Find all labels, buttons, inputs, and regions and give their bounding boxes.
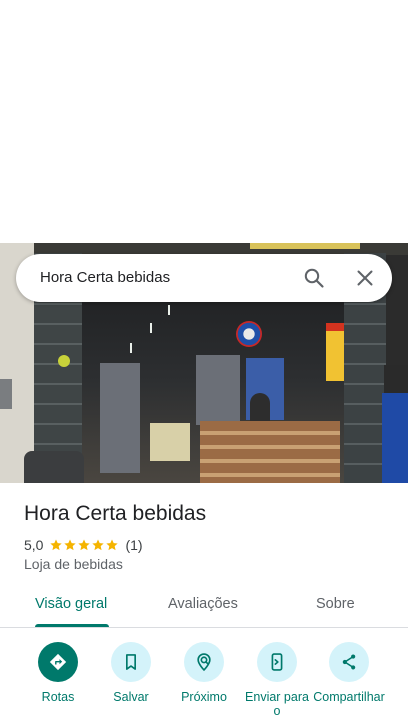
tab-bar: Visão geral Avaliações Sobre xyxy=(0,590,408,628)
nearby-button[interactable]: Próximo xyxy=(168,640,240,704)
star-icon xyxy=(92,539,105,551)
bookmark-icon xyxy=(111,642,151,682)
star-icon xyxy=(50,539,63,551)
photo-table xyxy=(150,423,190,461)
action-bar: Rotas Salvar Próximo Enviar para o Compa… xyxy=(0,640,408,726)
review-count[interactable]: (1) xyxy=(125,537,142,553)
place-category: Loja de bebidas xyxy=(24,556,123,572)
tab-overview[interactable]: Visão geral xyxy=(35,596,107,612)
nearby-icon xyxy=(184,642,224,682)
star-icon xyxy=(106,539,119,551)
directions-label: Rotas xyxy=(41,690,75,704)
close-icon[interactable] xyxy=(353,266,377,290)
rating-value: 5,0 xyxy=(24,537,44,553)
star-rating xyxy=(49,538,119,552)
send-to-phone-button[interactable]: Enviar para o xyxy=(241,640,313,718)
photo-shelf xyxy=(196,355,240,425)
save-button[interactable]: Salvar xyxy=(95,640,167,704)
photo-pepsi-logo xyxy=(236,321,262,347)
photo-crate xyxy=(382,393,408,483)
photo-counter xyxy=(200,421,340,483)
photo-meter xyxy=(0,379,12,409)
rating-row[interactable]: 5,0 (1) xyxy=(24,536,143,554)
save-label: Salvar xyxy=(113,690,149,704)
search-input[interactable]: Hora Certa bebidas xyxy=(40,269,170,286)
photo-shelf xyxy=(100,363,140,473)
photo-awning-strip xyxy=(250,243,360,249)
send-to-phone-icon xyxy=(257,642,297,682)
star-icon xyxy=(78,539,91,551)
photo-person xyxy=(250,393,270,421)
directions-icon xyxy=(38,642,78,682)
photo-crate-top xyxy=(384,365,408,393)
tab-indicator xyxy=(35,624,109,627)
photo-bags xyxy=(24,451,84,483)
map-blank-area xyxy=(0,0,408,243)
share-icon xyxy=(329,642,369,682)
search-icon[interactable] xyxy=(302,266,326,290)
share-button[interactable]: Compartilhar xyxy=(313,640,385,704)
send-to-phone-label: Enviar para o xyxy=(245,690,309,718)
photo-light xyxy=(150,323,152,333)
search-box[interactable]: Hora Certa bebidas xyxy=(16,254,392,302)
share-label: Compartilhar xyxy=(313,690,385,704)
directions-button[interactable]: Rotas xyxy=(22,640,94,704)
tab-about[interactable]: Sobre xyxy=(316,596,355,612)
photo-light xyxy=(130,343,132,353)
photo-sticker xyxy=(58,355,70,367)
tab-reviews[interactable]: Avaliações xyxy=(168,596,238,612)
photo-light xyxy=(168,305,170,315)
photo-sign xyxy=(326,323,344,381)
photo-sign-top xyxy=(326,323,344,331)
star-icon xyxy=(64,539,77,551)
place-title: Hora Certa bebidas xyxy=(24,502,207,525)
nearby-label: Próximo xyxy=(181,690,227,704)
